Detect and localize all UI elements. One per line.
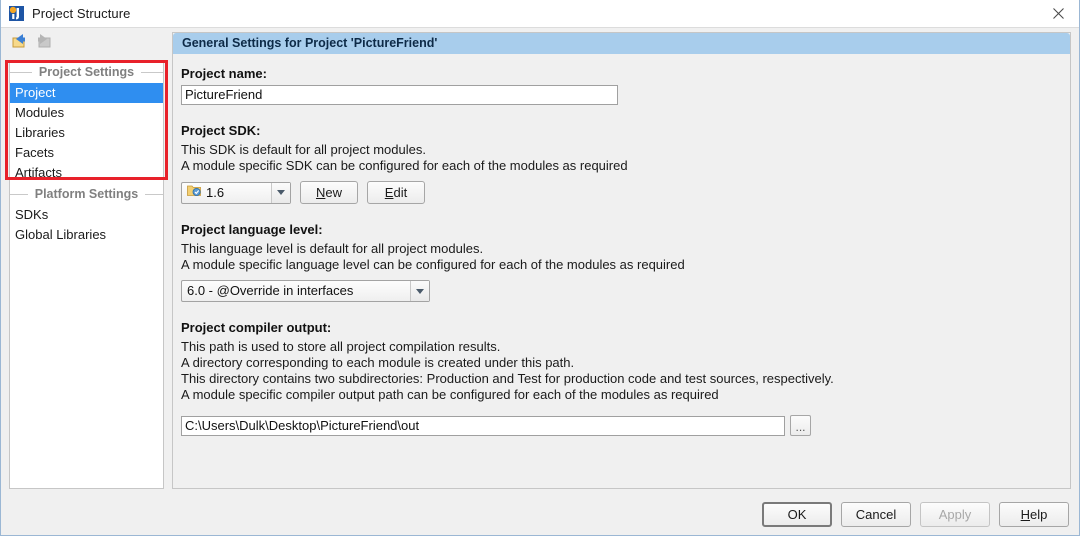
new-sdk-mnemonic: N [315, 185, 326, 200]
settings-sidebar: Project Settings Project Modules Librari… [9, 60, 164, 489]
title-bar: Project Structure [1, 0, 1079, 28]
compiler-output-controls: C:\Users\Dulk\Desktop\PictureFriend\out … [181, 415, 1060, 436]
back-arrow-icon[interactable] [10, 31, 30, 51]
new-sdk-label-rest: ew [325, 185, 342, 200]
sidebar-item-global-libraries[interactable]: Global Libraries [10, 225, 163, 245]
main-settings-panel: General Settings for Project 'PictureFri… [172, 32, 1071, 489]
sidebar-item-sdks[interactable]: SDKs [10, 205, 163, 225]
forward-arrow-icon [33, 31, 53, 51]
compiler-output-input[interactable]: C:\Users\Dulk\Desktop\PictureFriend\out [181, 415, 785, 436]
window-title: Project Structure [32, 6, 131, 21]
sidebar-item-modules[interactable]: Modules [10, 103, 163, 123]
compiler-output-desc-3: This directory contains two subdirectori… [181, 371, 834, 386]
project-structure-dialog: Project Structure Project Settings Proje… [0, 0, 1080, 536]
language-level-value: 6.0 - @Override in interfaces [187, 283, 354, 298]
compiler-output-desc-4: A module specific compiler output path c… [181, 387, 719, 402]
sdk-folder-icon [187, 183, 201, 203]
chevron-down-icon[interactable] [410, 281, 429, 301]
sidebar-group-header-project-settings: Project Settings [10, 61, 164, 83]
new-sdk-button[interactable]: New [300, 181, 358, 204]
sidebar-group-label: Platform Settings [34, 187, 139, 201]
project-name-input[interactable]: PictureFriend [181, 85, 618, 105]
dialog-button-bar: OK Cancel Apply Help [762, 502, 1069, 527]
cancel-button[interactable]: Cancel [841, 502, 911, 527]
compiler-output-desc-1: This path is used to store all project c… [181, 339, 501, 354]
panel-header-title: General Settings for Project 'PictureFri… [173, 33, 1070, 54]
language-level-desc-1: This language level is default for all p… [181, 241, 484, 256]
compiler-output-label: Project compiler output: [181, 320, 332, 335]
project-sdk-desc-1: This SDK is default for all project modu… [181, 142, 426, 157]
language-level-desc-2: A module specific language level can be … [181, 257, 685, 272]
sidebar-item-libraries[interactable]: Libraries [10, 123, 163, 143]
sidebar-group-label: Project Settings [38, 65, 135, 79]
project-sdk-label: Project SDK: [181, 123, 261, 138]
ok-button[interactable]: OK [762, 502, 832, 527]
compiler-output-desc-2: A directory corresponding to each module… [181, 355, 575, 370]
intellij-logo-icon [8, 5, 25, 22]
sidebar-item-facets[interactable]: Facets [10, 143, 163, 163]
project-sdk-controls: 1.6 New Edit [181, 181, 1060, 204]
edit-sdk-button[interactable]: Edit [367, 181, 425, 204]
browse-folder-button[interactable]: ... [790, 415, 811, 436]
project-name-label: Project name: [181, 66, 267, 81]
chevron-down-icon[interactable] [271, 182, 290, 203]
sidebar-item-artifacts[interactable]: Artifacts [10, 163, 163, 183]
close-button[interactable] [1035, 0, 1079, 27]
language-level-combobox[interactable]: 6.0 - @Override in interfaces [181, 280, 430, 302]
help-label-rest: elp [1030, 507, 1048, 522]
project-sdk-value-wrap: 1.6 [182, 183, 271, 203]
edit-sdk-mnemonic: E [384, 185, 394, 200]
project-sdk-combobox[interactable]: 1.6 [181, 181, 291, 204]
project-sdk-value: 1.6 [206, 184, 225, 200]
edit-sdk-label-rest: dit [393, 185, 408, 200]
sidebar-group-header-platform-settings: Platform Settings [10, 183, 163, 205]
settings-content: Project name: PictureFriend Project SDK:… [173, 54, 1070, 488]
help-mnemonic: H [1020, 507, 1031, 522]
help-button[interactable]: Help [999, 502, 1069, 527]
apply-button: Apply [920, 502, 990, 527]
sidebar-item-project[interactable]: Project [10, 83, 163, 103]
project-sdk-desc-2: A module specific SDK can be configured … [181, 158, 628, 173]
language-level-label: Project language level: [181, 222, 323, 237]
